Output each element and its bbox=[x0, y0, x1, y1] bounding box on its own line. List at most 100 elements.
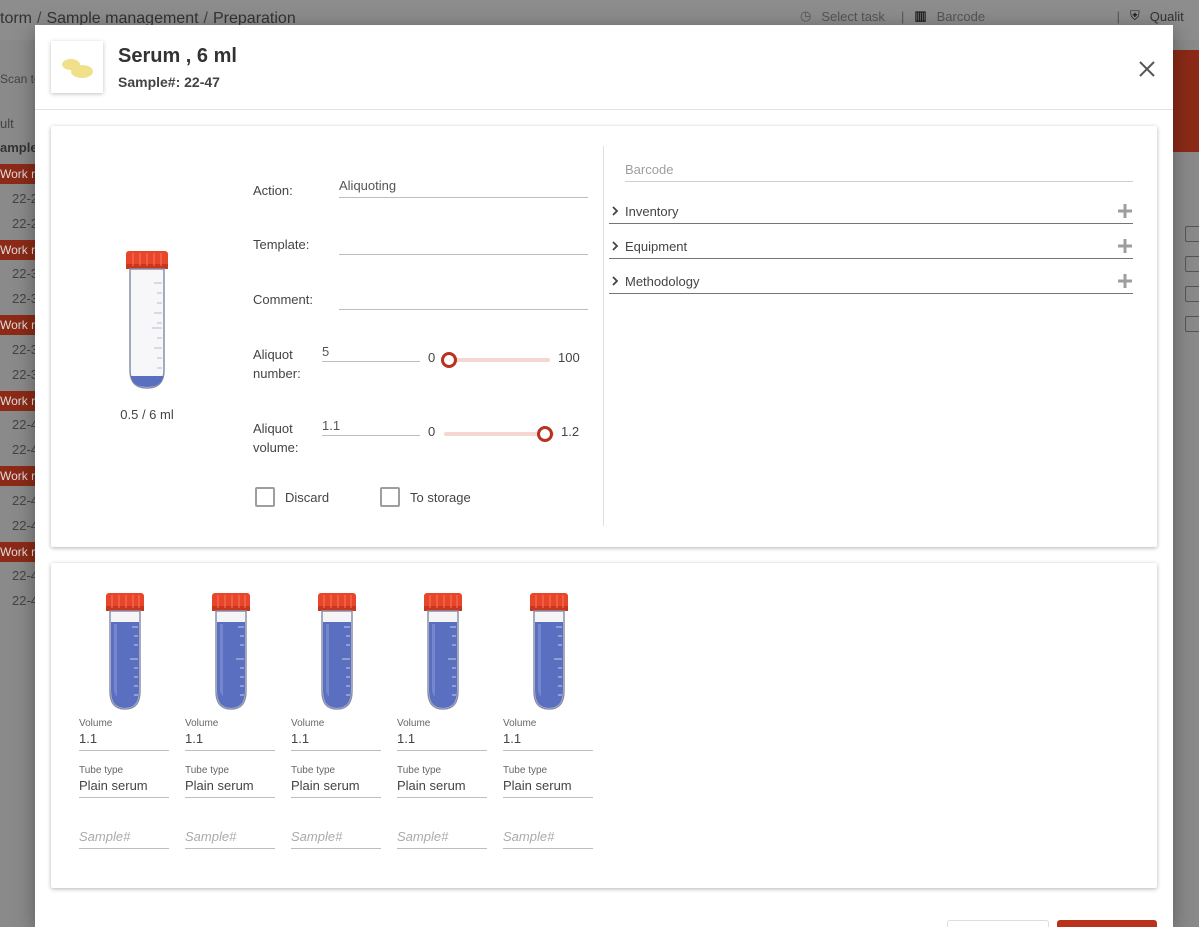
aliquot-item: Volume 1.1 Tube type Plain serum Sample# bbox=[397, 591, 487, 881]
tube-volume-caption: 0.5 / 6 ml bbox=[120, 407, 174, 422]
shield-icon: ⛨ bbox=[1130, 8, 1140, 23]
discard-label: Discard bbox=[285, 490, 330, 505]
to-storage-label: To storage bbox=[410, 490, 471, 505]
aliquot-number-min: 0 bbox=[428, 350, 436, 365]
aliquot-volume-field[interactable]: 1.1 bbox=[79, 731, 169, 751]
aliquot-number-label: Aliquot number: bbox=[253, 347, 301, 381]
sample-id: 22-4 bbox=[12, 518, 36, 533]
panel-divider bbox=[603, 146, 604, 526]
aliquot-number-max: 100 bbox=[558, 350, 580, 365]
breadcrumb-item: torm bbox=[0, 10, 32, 27]
barcode-scanner-icon: ▥ bbox=[914, 8, 927, 23]
discard-checkbox[interactable] bbox=[255, 487, 275, 507]
aliquot-tube-icon bbox=[212, 593, 250, 710]
action-select[interactable]: Aliquoting bbox=[339, 176, 588, 198]
tube-type-select[interactable]: Plain serum bbox=[503, 778, 593, 798]
background-checkbox bbox=[1185, 286, 1199, 302]
background-checkbox bbox=[1185, 226, 1199, 242]
aliquot-volume-input[interactable]: 1.1 bbox=[322, 418, 420, 436]
comment-label: Comment: bbox=[253, 292, 313, 307]
confirm-button[interactable] bbox=[1057, 920, 1157, 927]
sample-id: 22-4 bbox=[12, 568, 36, 583]
section-equipment-label: Equipment bbox=[625, 239, 688, 254]
template-label: Template: bbox=[253, 237, 310, 252]
sample-id: 22-4 bbox=[12, 593, 36, 608]
tube-type-label: Tube type bbox=[397, 765, 442, 776]
aliquot-item: Volume 1.1 Tube type Plain serum Sample# bbox=[79, 591, 169, 881]
tube-type-label: Tube type bbox=[185, 765, 230, 776]
tube-type-select[interactable]: Plain serum bbox=[185, 778, 275, 798]
tube-type-label: Tube type bbox=[503, 765, 548, 776]
add-inventory-icon[interactable] bbox=[1117, 203, 1133, 219]
dialog-title: Serum , 6 ml bbox=[118, 45, 237, 67]
aliquot-item: Volume 1.1 Tube type Plain serum Sample# bbox=[503, 591, 593, 881]
comment-input[interactable] bbox=[339, 288, 588, 310]
work-row-header: Work r bbox=[0, 391, 36, 411]
aliquot-sample-number-input[interactable]: Sample# bbox=[291, 829, 381, 849]
volume-label: Volume bbox=[397, 718, 431, 729]
aliquot-volume-field[interactable]: 1.1 bbox=[397, 731, 487, 751]
template-select[interactable] bbox=[339, 233, 588, 255]
aliquot-volume-max: 1.2 bbox=[561, 424, 580, 439]
volume-label: Volume bbox=[503, 718, 537, 729]
work-row-header: Work r bbox=[0, 542, 36, 562]
work-row-header: Work r bbox=[0, 240, 36, 260]
action-label: Action: bbox=[253, 183, 293, 198]
top-right-toolbar: ◷ Select task | ▥ Barcode | ⛨ Qualit bbox=[800, 8, 1184, 24]
aliquot-volume-slider-thumb[interactable] bbox=[536, 426, 553, 442]
aliquot-number-slider-thumb[interactable] bbox=[441, 352, 458, 368]
background-action-button bbox=[1171, 50, 1199, 152]
sample-id: 22-3 bbox=[12, 342, 36, 357]
aliquot-tube-icon bbox=[318, 593, 356, 710]
work-row-header: Work r bbox=[0, 164, 36, 184]
aliquot-sample-number-input[interactable]: Sample# bbox=[397, 829, 487, 849]
aliquot-sample-number-input[interactable]: Sample# bbox=[79, 829, 169, 849]
sample-id: 22-4 bbox=[12, 442, 36, 457]
barcode-search-input: Barcode bbox=[936, 8, 986, 24]
aliquot-tube-icon bbox=[530, 593, 568, 710]
cancel-button[interactable] bbox=[947, 920, 1049, 927]
chevron-right-icon bbox=[612, 206, 619, 216]
sample-column-header: ample bbox=[0, 140, 38, 155]
volume-label: Volume bbox=[291, 718, 325, 729]
section-inventory[interactable]: Inventory bbox=[609, 202, 1133, 224]
close-icon[interactable] bbox=[1137, 59, 1157, 79]
to-storage-checkbox[interactable] bbox=[380, 487, 400, 507]
add-methodology-icon[interactable] bbox=[1117, 273, 1133, 289]
result-label: ult bbox=[0, 116, 14, 131]
aliquot-volume-field[interactable]: 1.1 bbox=[291, 731, 381, 751]
source-tube-icon bbox=[126, 251, 168, 389]
aliquot-sample-number-input[interactable]: Sample# bbox=[503, 829, 593, 849]
section-inventory-label: Inventory bbox=[625, 204, 679, 219]
tube-type-label: Tube type bbox=[291, 765, 336, 776]
barcode-input[interactable]: Barcode bbox=[625, 162, 1133, 182]
background-checkbox bbox=[1185, 256, 1199, 272]
aliquot-item: Volume 1.1 Tube type Plain serum Sample# bbox=[291, 591, 381, 881]
aliquot-sample-number-input[interactable]: Sample# bbox=[185, 829, 275, 849]
tube-type-select[interactable]: Plain serum bbox=[79, 778, 169, 798]
clock-icon: ◷ bbox=[800, 8, 812, 23]
tube-type-select[interactable]: Plain serum bbox=[291, 778, 381, 798]
aliquot-volume-field[interactable]: 1.1 bbox=[503, 731, 593, 751]
add-equipment-icon[interactable] bbox=[1117, 238, 1133, 254]
sample-id: 22-2 bbox=[12, 191, 36, 206]
aliquot-number-input[interactable]: 5 bbox=[322, 344, 420, 362]
action-card: 0.5 / 6 ml Action: Aliquoting Template: … bbox=[51, 126, 1157, 547]
aliquot-volume-field[interactable]: 1.1 bbox=[185, 731, 275, 751]
chevron-right-icon bbox=[612, 276, 619, 286]
section-equipment[interactable]: Equipment bbox=[609, 237, 1133, 259]
aliquot-tube-icon bbox=[424, 593, 462, 710]
section-methodology-label: Methodology bbox=[625, 274, 700, 289]
sample-number: Sample#: 22-47 bbox=[118, 74, 220, 90]
tube-type-label: Tube type bbox=[79, 765, 124, 776]
preparation-dialog: Serum , 6 ml Sample#: 22-47 0.5 / 6 ml A… bbox=[35, 25, 1173, 927]
sample-id: 22-2 bbox=[12, 216, 36, 231]
aliquot-number-slider[interactable] bbox=[444, 358, 550, 362]
work-row-header: Work r bbox=[0, 466, 36, 486]
chevron-right-icon bbox=[612, 241, 619, 251]
tube-type-select[interactable]: Plain serum bbox=[397, 778, 487, 798]
section-methodology[interactable]: Methodology bbox=[609, 272, 1133, 294]
select-task-button: Select task bbox=[821, 8, 885, 24]
sample-id: 22-4 bbox=[12, 417, 36, 432]
work-row-header: Work r bbox=[0, 315, 36, 335]
